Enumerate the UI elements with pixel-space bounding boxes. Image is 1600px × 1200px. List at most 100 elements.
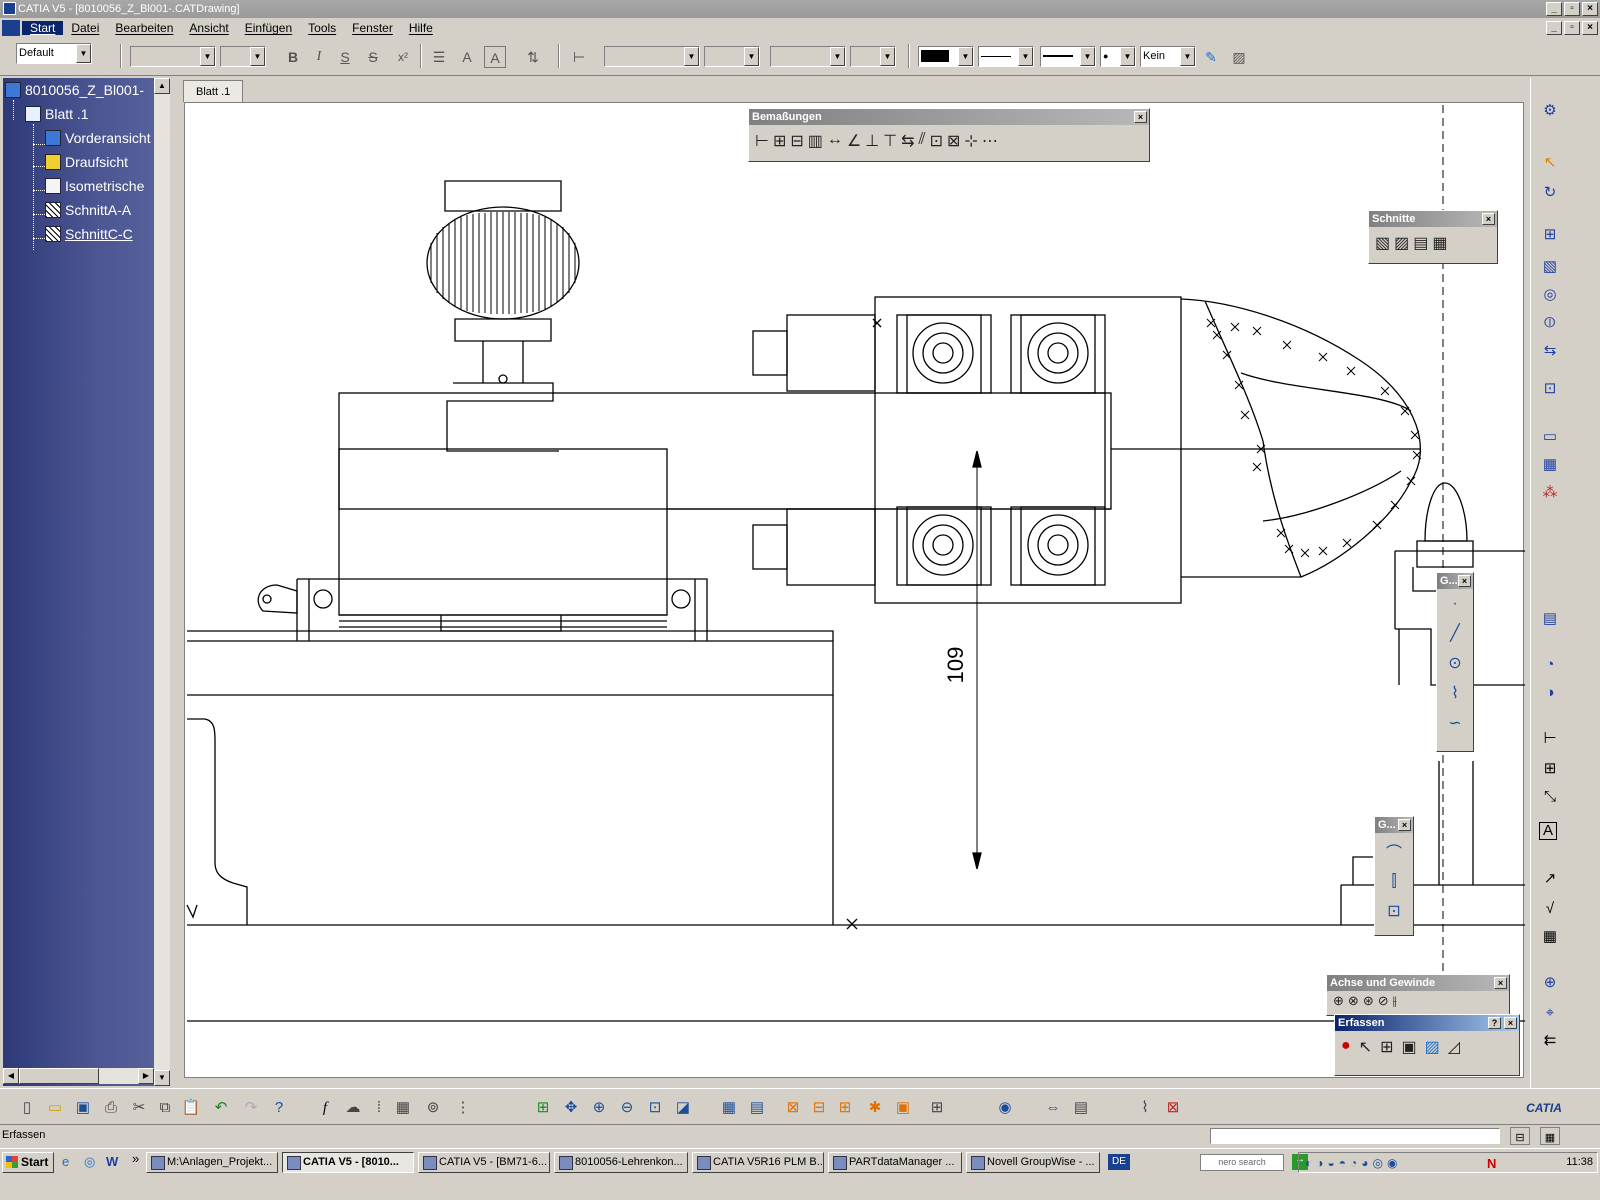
scroll-up-icon[interactable]: ▲ <box>154 78 170 94</box>
anchor-icon[interactable]: ⇅ <box>522 46 544 68</box>
formula-icon[interactable]: f <box>314 1097 336 1119</box>
scroll-right-icon[interactable]: ▶ <box>138 1068 154 1084</box>
paste-icon[interactable]: 📋 <box>180 1097 202 1119</box>
text-icon[interactable]: A <box>1539 822 1557 840</box>
close-icon[interactable]: × <box>1504 1017 1517 1029</box>
close-icon[interactable]: × <box>1482 213 1495 225</box>
measure-icon[interactable]: ⇔ <box>1042 1097 1064 1119</box>
point-style-select[interactable]: ● ▼ <box>1100 46 1136 67</box>
dimension-109[interactable] <box>972 450 982 870</box>
grid-icon[interactable]: ▤ <box>1539 608 1561 630</box>
re-route-icon[interactable]: ⤡ <box>1539 786 1561 808</box>
position-icon[interactable]: ⊞ <box>926 1097 948 1119</box>
close-icon[interactable]: × <box>1458 575 1471 587</box>
chained-dimension-icon[interactable]: ⊞ <box>773 131 786 151</box>
quick-launch-icon[interactable]: ◎ <box>84 1154 95 1170</box>
axis-thread-toolbar-title[interactable]: Achse und Gewinde × <box>1327 975 1509 991</box>
frame-icon[interactable]: A <box>484 46 506 68</box>
capture-toolbar-title[interactable]: Erfassen ? × <box>1335 1015 1519 1031</box>
sketcher-grid-icon[interactable]: ▦ <box>718 1097 740 1119</box>
new-icon[interactable]: ▯ <box>16 1097 38 1119</box>
drawing-canvas[interactable]: 109 <box>184 102 1525 1079</box>
dimensions-toolbar-title[interactable]: Bemaßungen × <box>749 109 1149 125</box>
maximize-button[interactable]: ▫ <box>1564 2 1580 16</box>
dimension-system-icon[interactable]: ⊟ <box>808 1097 830 1119</box>
geometry-display-icon[interactable]: ▣ <box>892 1097 914 1119</box>
print-icon[interactable]: ⎙ <box>100 1097 122 1119</box>
diameter-dimension-icon[interactable]: ⊤ <box>883 131 897 151</box>
axis-icon[interactable]: ⊕ <box>1539 972 1561 994</box>
wizard-icon[interactable]: ⊡ <box>1539 378 1561 400</box>
open-icon[interactable]: ▭ <box>44 1097 66 1119</box>
task-groupwise[interactable]: Novell GroupWise - ... <box>966 1152 1100 1173</box>
geometric-tolerance-icon[interactable]: ⋯ <box>982 131 998 151</box>
linetype-select[interactable]: ▼ <box>978 46 1034 67</box>
constraint-icon[interactable]: ⊡ <box>1387 901 1400 921</box>
close-button[interactable]: × <box>1582 2 1598 16</box>
style-select[interactable]: Default ▼ <box>16 43 92 64</box>
scroll-thumb[interactable] <box>19 1068 99 1084</box>
roughness-icon[interactable]: √ <box>1539 898 1561 920</box>
point-icon[interactable]: · <box>1452 595 1457 613</box>
cumulated-dimension-icon[interactable]: ⊟ <box>790 131 803 151</box>
mirror-icon[interactable]: ⫿ <box>1391 873 1396 891</box>
front-view-icon[interactable]: ⊞ <box>1539 224 1561 246</box>
novell-icon[interactable]: N <box>1487 1154 1496 1173</box>
word-icon[interactable]: W <box>106 1154 118 1169</box>
tree-horizontal-scrollbar[interactable]: ◀ ▶ <box>3 1068 154 1084</box>
select-capture-icon[interactable]: ↖ <box>1359 1037 1372 1057</box>
dress-up-icon[interactable]: ⌖ <box>1539 1002 1561 1024</box>
tray-icons[interactable]: ◐◑◒◓◔◕◎◉ <box>1305 1154 1401 1173</box>
command-history-icon[interactable]: ⊟ <box>1510 1127 1530 1145</box>
record-icon[interactable]: ● <box>1341 1037 1351 1057</box>
measure-capture-icon[interactable]: ◿ <box>1448 1037 1460 1057</box>
snap-grid-icon[interactable]: ▤ <box>746 1097 768 1119</box>
stacked-dimension-icon[interactable]: ▥ <box>808 131 823 151</box>
document-icon[interactable] <box>2 20 20 36</box>
new-sheet-icon[interactable]: ▭ <box>1539 426 1561 448</box>
spline-icon[interactable]: ∽ <box>1448 713 1461 733</box>
table-design-icon[interactable]: ▦ <box>392 1097 414 1119</box>
zoom-out-icon[interactable]: ⊖ <box>616 1097 638 1119</box>
internet-explorer-icon[interactable]: e <box>62 1154 69 1169</box>
task-explorer[interactable]: M:\Anlagen_Projekt... <box>146 1152 278 1173</box>
task-catia-2[interactable]: CATIA V5 - [BM71-6... <box>418 1152 550 1173</box>
strikethrough-button[interactable]: S <box>362 46 384 68</box>
task-partdatamanager[interactable]: PARTdataManager ... <box>828 1152 962 1173</box>
leader-icon[interactable]: ⊢ <box>568 46 590 68</box>
color-select[interactable]: ▼ <box>918 46 974 67</box>
precision-select[interactable]: ▼ <box>850 46 896 67</box>
minimize-button[interactable]: _ <box>1546 2 1562 16</box>
tree-vertical-scrollbar[interactable]: ▲ ▼ <box>154 78 170 1086</box>
menu-bearbeiten[interactable]: Bearbeiten <box>107 21 181 35</box>
menu-einfuegen[interactable]: Einfügen <box>237 21 300 35</box>
thread-reference-icon[interactable]: ⊘ <box>1378 993 1389 1009</box>
dimension-icon[interactable]: ⊢ <box>1539 728 1561 750</box>
task-catia-plm[interactable]: CATIA V5R16 PLM B... <box>692 1152 824 1173</box>
doc-minimize-button[interactable]: _ <box>1546 21 1562 35</box>
tree-root-node[interactable]: 8010056_Z_Bl001- <box>5 82 144 98</box>
tree-view-isometrische[interactable]: Isometrische <box>45 178 144 194</box>
drawing-svg[interactable]: 109 <box>185 103 1525 1079</box>
close-icon[interactable]: × <box>1134 111 1147 123</box>
hatch-icon[interactable]: ▨ <box>1228 46 1250 68</box>
tree-view-schnitt-c-c[interactable]: SchnittC-C <box>45 226 133 242</box>
normal-view-icon[interactable]: ◪ <box>672 1097 694 1119</box>
hide-icon[interactable]: ◔ <box>1539 654 1561 676</box>
scroll-left-icon[interactable]: ◀ <box>3 1068 19 1084</box>
chamfer-dimension-icon[interactable]: ⇆ <box>901 131 914 151</box>
doc-restore-button[interactable]: ▫ <box>1564 21 1580 35</box>
zoom-area-icon[interactable]: ⊡ <box>644 1097 666 1119</box>
capture-options-icon[interactable]: ⊞ <box>1380 1037 1393 1057</box>
language-indicator[interactable]: DE <box>1108 1154 1130 1170</box>
filter-icon[interactable]: ⊞ <box>834 1097 856 1119</box>
redo-icon[interactable]: ↷ <box>240 1097 262 1119</box>
tree-view-draufsicht[interactable]: Draufsicht <box>45 154 128 170</box>
knowledge-icon[interactable]: ☁ <box>342 1097 364 1119</box>
fit-all-icon[interactable]: ⊞ <box>532 1097 554 1119</box>
sheet-tab[interactable]: Blatt .1 <box>183 80 244 102</box>
center-line-reference-icon[interactable]: ⊗ <box>1348 993 1359 1009</box>
hole-table-icon[interactable]: ⊠ <box>947 131 960 151</box>
offset-section-cut-icon[interactable]: ▤ <box>1413 233 1428 253</box>
pan-icon[interactable]: ✥ <box>560 1097 582 1119</box>
